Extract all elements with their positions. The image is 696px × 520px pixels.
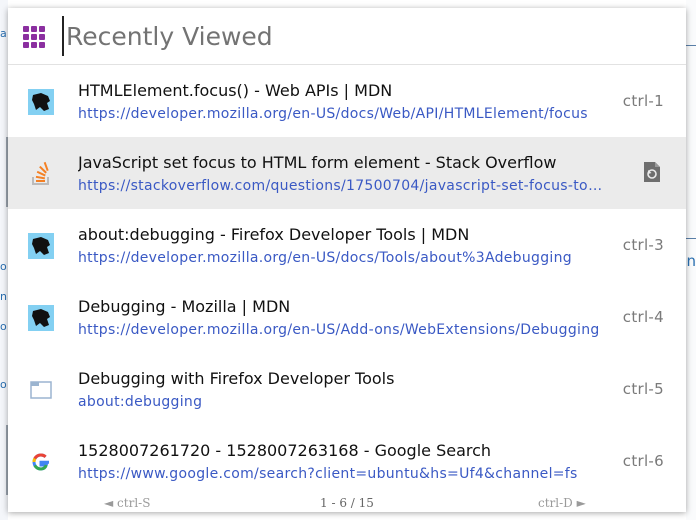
item-title: Debugging - Mozilla | MDN xyxy=(78,297,291,316)
item-url[interactable]: https://developer.mozilla.org/en-US/docs… xyxy=(78,250,606,266)
item-url[interactable]: https://stackoverflow.com/questions/1750… xyxy=(78,178,606,194)
item-url[interactable]: https://developer.mozilla.org/en-US/Add-… xyxy=(78,322,606,338)
tab-list: HTMLElement.focus() - Web APIs | MDN htt… xyxy=(8,65,686,497)
background-text-fragment: o xyxy=(0,378,7,391)
item-title: about:debugging - Firefox Developer Tool… xyxy=(78,225,470,244)
grid-menu-icon[interactable] xyxy=(22,25,46,49)
list-item[interactable]: Debugging with Firefox Developer Tools a… xyxy=(8,353,686,425)
search-input[interactable] xyxy=(62,16,666,56)
popup-header xyxy=(8,8,686,65)
item-shortcut: ctrl-1 xyxy=(622,92,664,110)
prev-page-hint[interactable]: ◄ ctrl-S xyxy=(104,496,150,510)
generic-page-icon xyxy=(30,381,52,399)
pagination-footer: ◄ ctrl-S 1 - 6 / 15 ctrl-D ► xyxy=(8,496,686,512)
item-shortcut: ctrl-3 xyxy=(622,236,664,254)
mdn-icon xyxy=(28,89,54,115)
google-icon xyxy=(32,453,49,471)
page-indicator: 1 - 6 / 15 xyxy=(320,496,374,510)
background-divider xyxy=(686,238,696,239)
background-text-fragment: o xyxy=(0,320,7,333)
restore-tab-icon[interactable] xyxy=(642,161,662,183)
item-title: HTMLElement.focus() - Web APIs | MDN xyxy=(78,81,393,100)
item-title: 1528007261720 - 1528007263168 - Google S… xyxy=(78,441,492,460)
background-divider xyxy=(686,45,696,46)
background-text-fragment: o xyxy=(0,260,7,273)
item-shortcut: ctrl-6 xyxy=(622,452,664,470)
background-text-fragment: a xyxy=(0,27,7,40)
item-title: Debugging with Firefox Developer Tools xyxy=(78,369,395,388)
tab-switcher-popup: HTMLElement.focus() - Web APIs | MDN htt… xyxy=(8,8,686,512)
list-item[interactable]: JavaScript set focus to HTML form elemen… xyxy=(8,137,686,209)
list-item[interactable]: Debugging - Mozilla | MDN https://develo… xyxy=(8,281,686,353)
item-url[interactable]: https://developer.mozilla.org/en-US/docs… xyxy=(78,106,606,122)
stackoverflow-icon xyxy=(32,161,49,185)
list-item[interactable]: 1528007261720 - 1528007263168 - Google S… xyxy=(8,425,686,497)
item-url[interactable]: https://www.google.com/search?client=ubu… xyxy=(78,466,606,482)
mdn-icon xyxy=(28,233,54,259)
mdn-icon xyxy=(28,305,54,331)
next-page-hint[interactable]: ctrl-D ► xyxy=(538,496,586,510)
list-item[interactable]: HTMLElement.focus() - Web APIs | MDN htt… xyxy=(8,65,686,137)
item-title: JavaScript set focus to HTML form elemen… xyxy=(78,153,557,172)
item-url[interactable]: about:debugging xyxy=(78,394,606,410)
list-item[interactable]: about:debugging - Firefox Developer Tool… xyxy=(8,209,686,281)
item-shortcut: ctrl-5 xyxy=(622,380,664,398)
item-shortcut: ctrl-4 xyxy=(622,308,664,326)
background-text-fragment: n xyxy=(0,290,7,303)
